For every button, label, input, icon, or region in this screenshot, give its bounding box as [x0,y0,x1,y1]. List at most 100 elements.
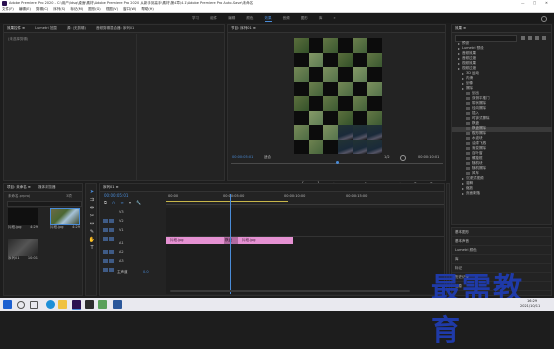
workspace-editing[interactable]: 编辑 [228,16,235,21]
project-item-3[interactable]: 序列01 10:01 [8,239,38,261]
menu-help[interactable]: 帮助(H) [141,7,153,11]
track-area[interactable]: 片段.jpg 棋盘 片段.jpg [166,194,444,294]
side-panel-tab[interactable]: 基本声音 [452,237,551,246]
linked-selection-icon[interactable]: ∞ [120,200,123,205]
ripple-edit-tool-icon[interactable]: ⇹ [88,204,96,212]
track-label: V1 [119,228,124,232]
master-volume[interactable]: 0.0 [143,270,149,274]
yuv-icon[interactable] [542,36,546,40]
wrench-icon[interactable] [400,155,406,161]
tab-lumetri-scopes[interactable]: Lumetri 范围 [35,26,57,30]
tab-source[interactable]: 源: (无剪辑) [67,26,86,30]
pen-tool-icon[interactable]: ✎ [88,228,96,236]
menu-file[interactable]: 文件(F) [2,7,14,11]
transition-block[interactable]: 棋盘 [224,237,238,244]
clip-1[interactable]: 片段.jpg [166,237,228,244]
timeline-settings-icon[interactable]: 🔧 [136,200,141,205]
slip-tool-icon[interactable]: ↔ [88,220,96,228]
maximize-button[interactable]: □ [533,1,536,6]
menu-graphics[interactable]: 图形(G) [88,7,100,11]
checker-cell [308,110,324,125]
side-panel-tab[interactable]: 基本图形 [452,228,551,237]
track-label: A3 [119,259,124,263]
menu-window[interactable]: 窗口(W) [123,7,136,11]
checker-cell [323,96,338,111]
expand-arrow-icon [462,82,464,85]
side-panel-tab[interactable]: Lumetri 颜色 [452,246,551,255]
workspace-assembly[interactable]: 组件 [210,16,217,21]
workspace-libraries[interactable]: 库 [319,16,323,21]
close-button[interactable]: ✕ [545,1,548,6]
tab-sequence-01[interactable]: 序列01 ≡ [103,185,119,189]
project-item-1[interactable]: 片段.jpg 4:29 [8,208,38,230]
project-item-2[interactable]: 片段.jpg 4:29 [50,208,80,230]
minimize-button[interactable]: — [521,1,525,6]
search-icon[interactable] [541,16,547,22]
effects-tree-label: 棋盘擦除 [472,126,486,130]
clip-2[interactable]: 片段.jpg [238,237,293,244]
side-panel-tab[interactable]: 库 [452,255,551,264]
menu-view[interactable]: 视图(V) [106,7,118,11]
32bit-icon[interactable] [535,36,539,40]
workspace-audio[interactable]: 音频 [283,16,290,21]
workspace-graphics[interactable]: 图形 [301,16,308,21]
workspace-learn[interactable]: 学习 [192,16,199,21]
effects-tree-label: 内滑 [466,76,473,80]
add-marker-icon[interactable]: ▾ [129,200,131,205]
windows-start-icon[interactable] [3,300,12,309]
effect-icon [466,92,470,96]
premiere-taskbar-icon[interactable] [72,300,81,310]
tab-program[interactable]: 节目: 序列01 ≡ [231,26,256,30]
time-ruler[interactable]: 00:00 00:00:05:00 00:00:10:00 00:00:15:0… [166,194,444,205]
checker-cell [352,38,368,53]
snap-icon[interactable]: ∩ [112,200,115,205]
timeline-scrollbar[interactable] [170,290,410,292]
tab-project[interactable]: 项目: 未命名 ≡ [7,185,31,189]
clock-time[interactable]: 16:29 [527,299,537,304]
file-explorer-icon[interactable] [58,300,67,309]
type-tool-icon[interactable]: T [88,244,96,252]
effects-tree-item[interactable]: 页面剥落 [452,191,552,197]
thumbnail-dark [8,208,38,225]
hand-tool-icon[interactable]: ✋ [88,236,96,244]
search-icon[interactable] [17,301,25,309]
quality-dropdown[interactable]: 1/2 [384,155,390,160]
edge-browser-icon[interactable] [46,300,55,309]
tab-effect-controls[interactable]: 效果控件 ≡ [7,26,25,30]
effects-tree-label: 随机擦除 [472,166,486,170]
word-icon[interactable] [113,300,122,309]
workspace-more[interactable]: » [334,16,336,21]
menu-sequence[interactable]: 序列(S) [53,7,65,11]
project-search-input[interactable] [7,201,82,207]
effect-icon [466,97,470,101]
razor-tool-icon[interactable]: ✂ [88,212,96,220]
app-icon[interactable] [98,300,107,309]
menu-clip[interactable]: 剪辑(C) [36,7,48,11]
menu-edit[interactable]: 编辑(E) [19,7,31,11]
tab-media-browser[interactable]: 媒体浏览器 [38,185,56,189]
effects-tree-label: 3D 运动 [466,71,480,75]
item-duration: 10:01 [27,256,38,260]
nest-icon[interactable]: ⧉ [104,200,107,205]
checker-cell [294,52,309,67]
workspace-color[interactable]: 颜色 [246,16,253,21]
fit-dropdown[interactable]: 适合 [264,155,271,160]
tab-effects[interactable]: 效果 ≡ [455,26,466,30]
tab-audio-clip-mixer[interactable]: 音频剪辑混合器: 序列01 [96,26,134,30]
effect-icon [466,127,470,131]
checker-cell [308,67,324,82]
workspace-effects[interactable]: 效果 [264,16,272,22]
clock-date[interactable]: 2021/10/11 [520,304,540,309]
track-select-tool-icon[interactable]: ⇉ [88,196,96,204]
app-icon[interactable] [85,300,94,309]
effects-tree-label: 划像 [466,81,473,85]
program-playhead[interactable] [336,161,339,164]
selection-tool-icon[interactable]: ➤ [88,188,96,196]
task-view-icon[interactable] [30,301,38,309]
timeline-playhead[interactable] [230,194,231,294]
new-bin-icon[interactable] [521,36,525,40]
accelerated-icon[interactable] [528,36,532,40]
menu-marker[interactable]: 标记(M) [70,7,83,11]
expand-arrow-icon [462,177,464,180]
work-area-bar[interactable] [166,201,288,202]
